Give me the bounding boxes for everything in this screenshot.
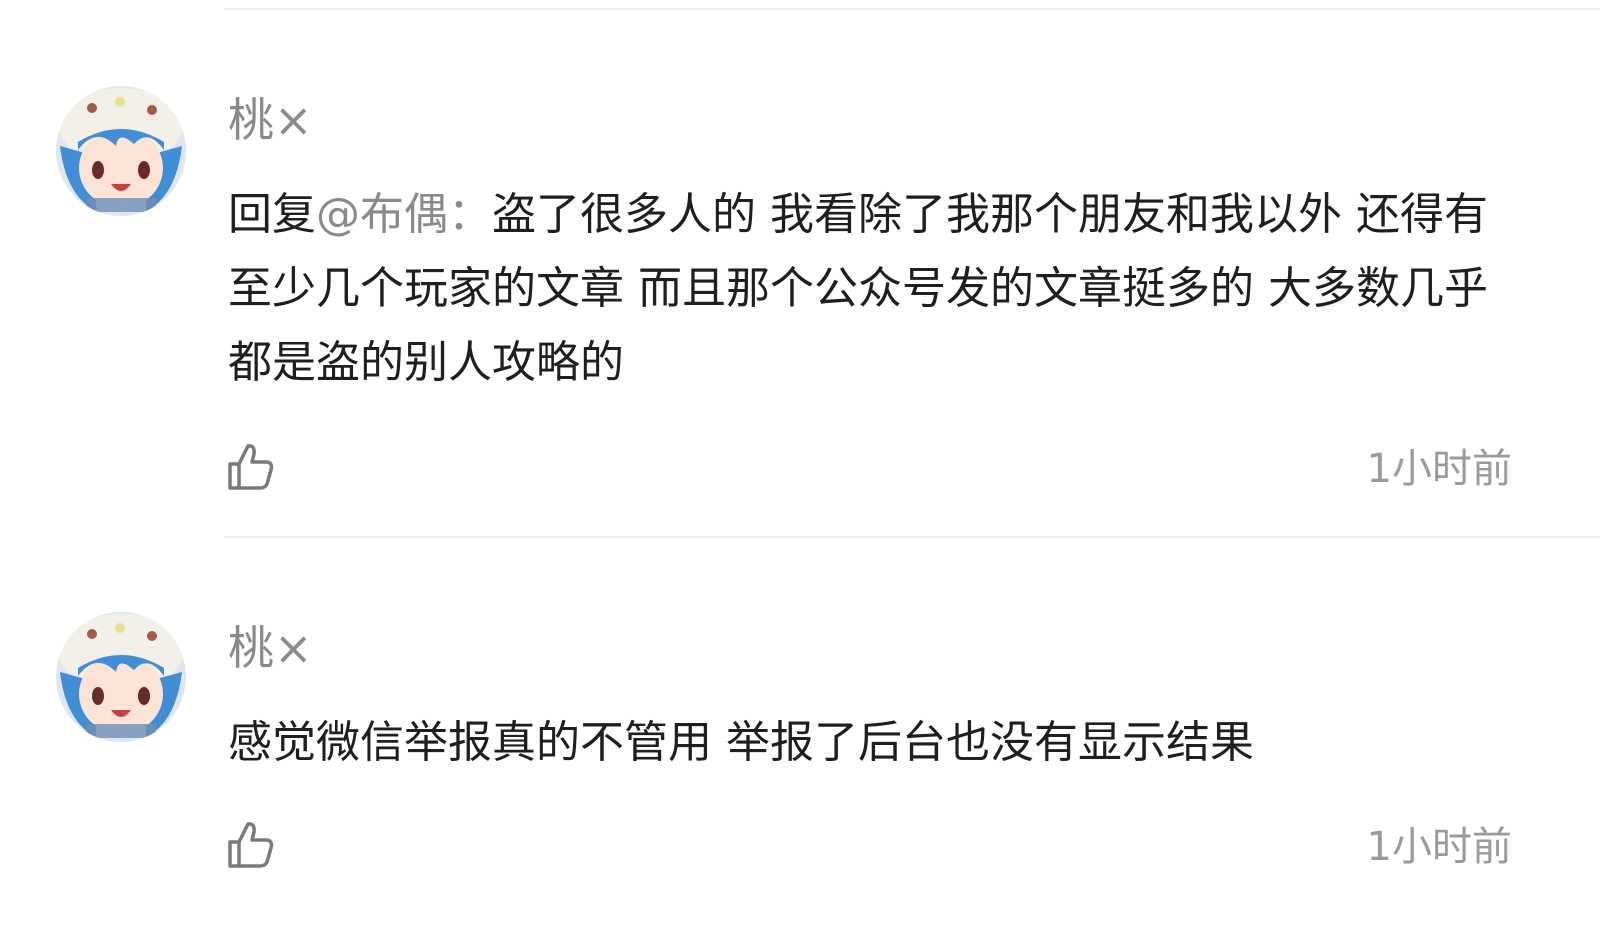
user-avatar[interactable] — [56, 86, 186, 216]
comment-item: 桃× 感觉微信举报真的不管用 举报了后台也没有显示结果 1小时前 — [0, 538, 1600, 925]
username[interactable]: 桃× — [228, 620, 313, 676]
comment-body: 感觉微信举报真的不管用 举报了后台也没有显示结果 — [228, 717, 1254, 768]
thumbs-up-icon — [228, 444, 274, 490]
comment-time: 1小时前 — [1366, 446, 1512, 492]
avatar-image-icon — [56, 612, 186, 742]
comment-item: 桃× 回复@布偶：盗了很多人的 我看除了我那个朋友和我以外 还得有至少几个玩家的… — [0, 0, 1600, 536]
like-button[interactable] — [224, 818, 278, 872]
comment-text: 回复@布偶：盗了很多人的 我看除了我那个朋友和我以外 还得有至少几个玩家的文章 … — [228, 178, 1518, 400]
avatar-image-icon — [56, 86, 186, 216]
comment-time: 1小时前 — [1366, 824, 1512, 870]
thumbs-up-icon — [228, 822, 274, 868]
username[interactable]: 桃× — [228, 92, 313, 148]
comment-text: 感觉微信举报真的不管用 举报了后台也没有显示结果 — [228, 706, 1518, 780]
user-avatar[interactable] — [56, 612, 186, 742]
like-button[interactable] — [224, 440, 278, 494]
mention-link[interactable]: @布偶： — [316, 189, 492, 240]
reply-prefix: 回复 — [228, 189, 316, 240]
